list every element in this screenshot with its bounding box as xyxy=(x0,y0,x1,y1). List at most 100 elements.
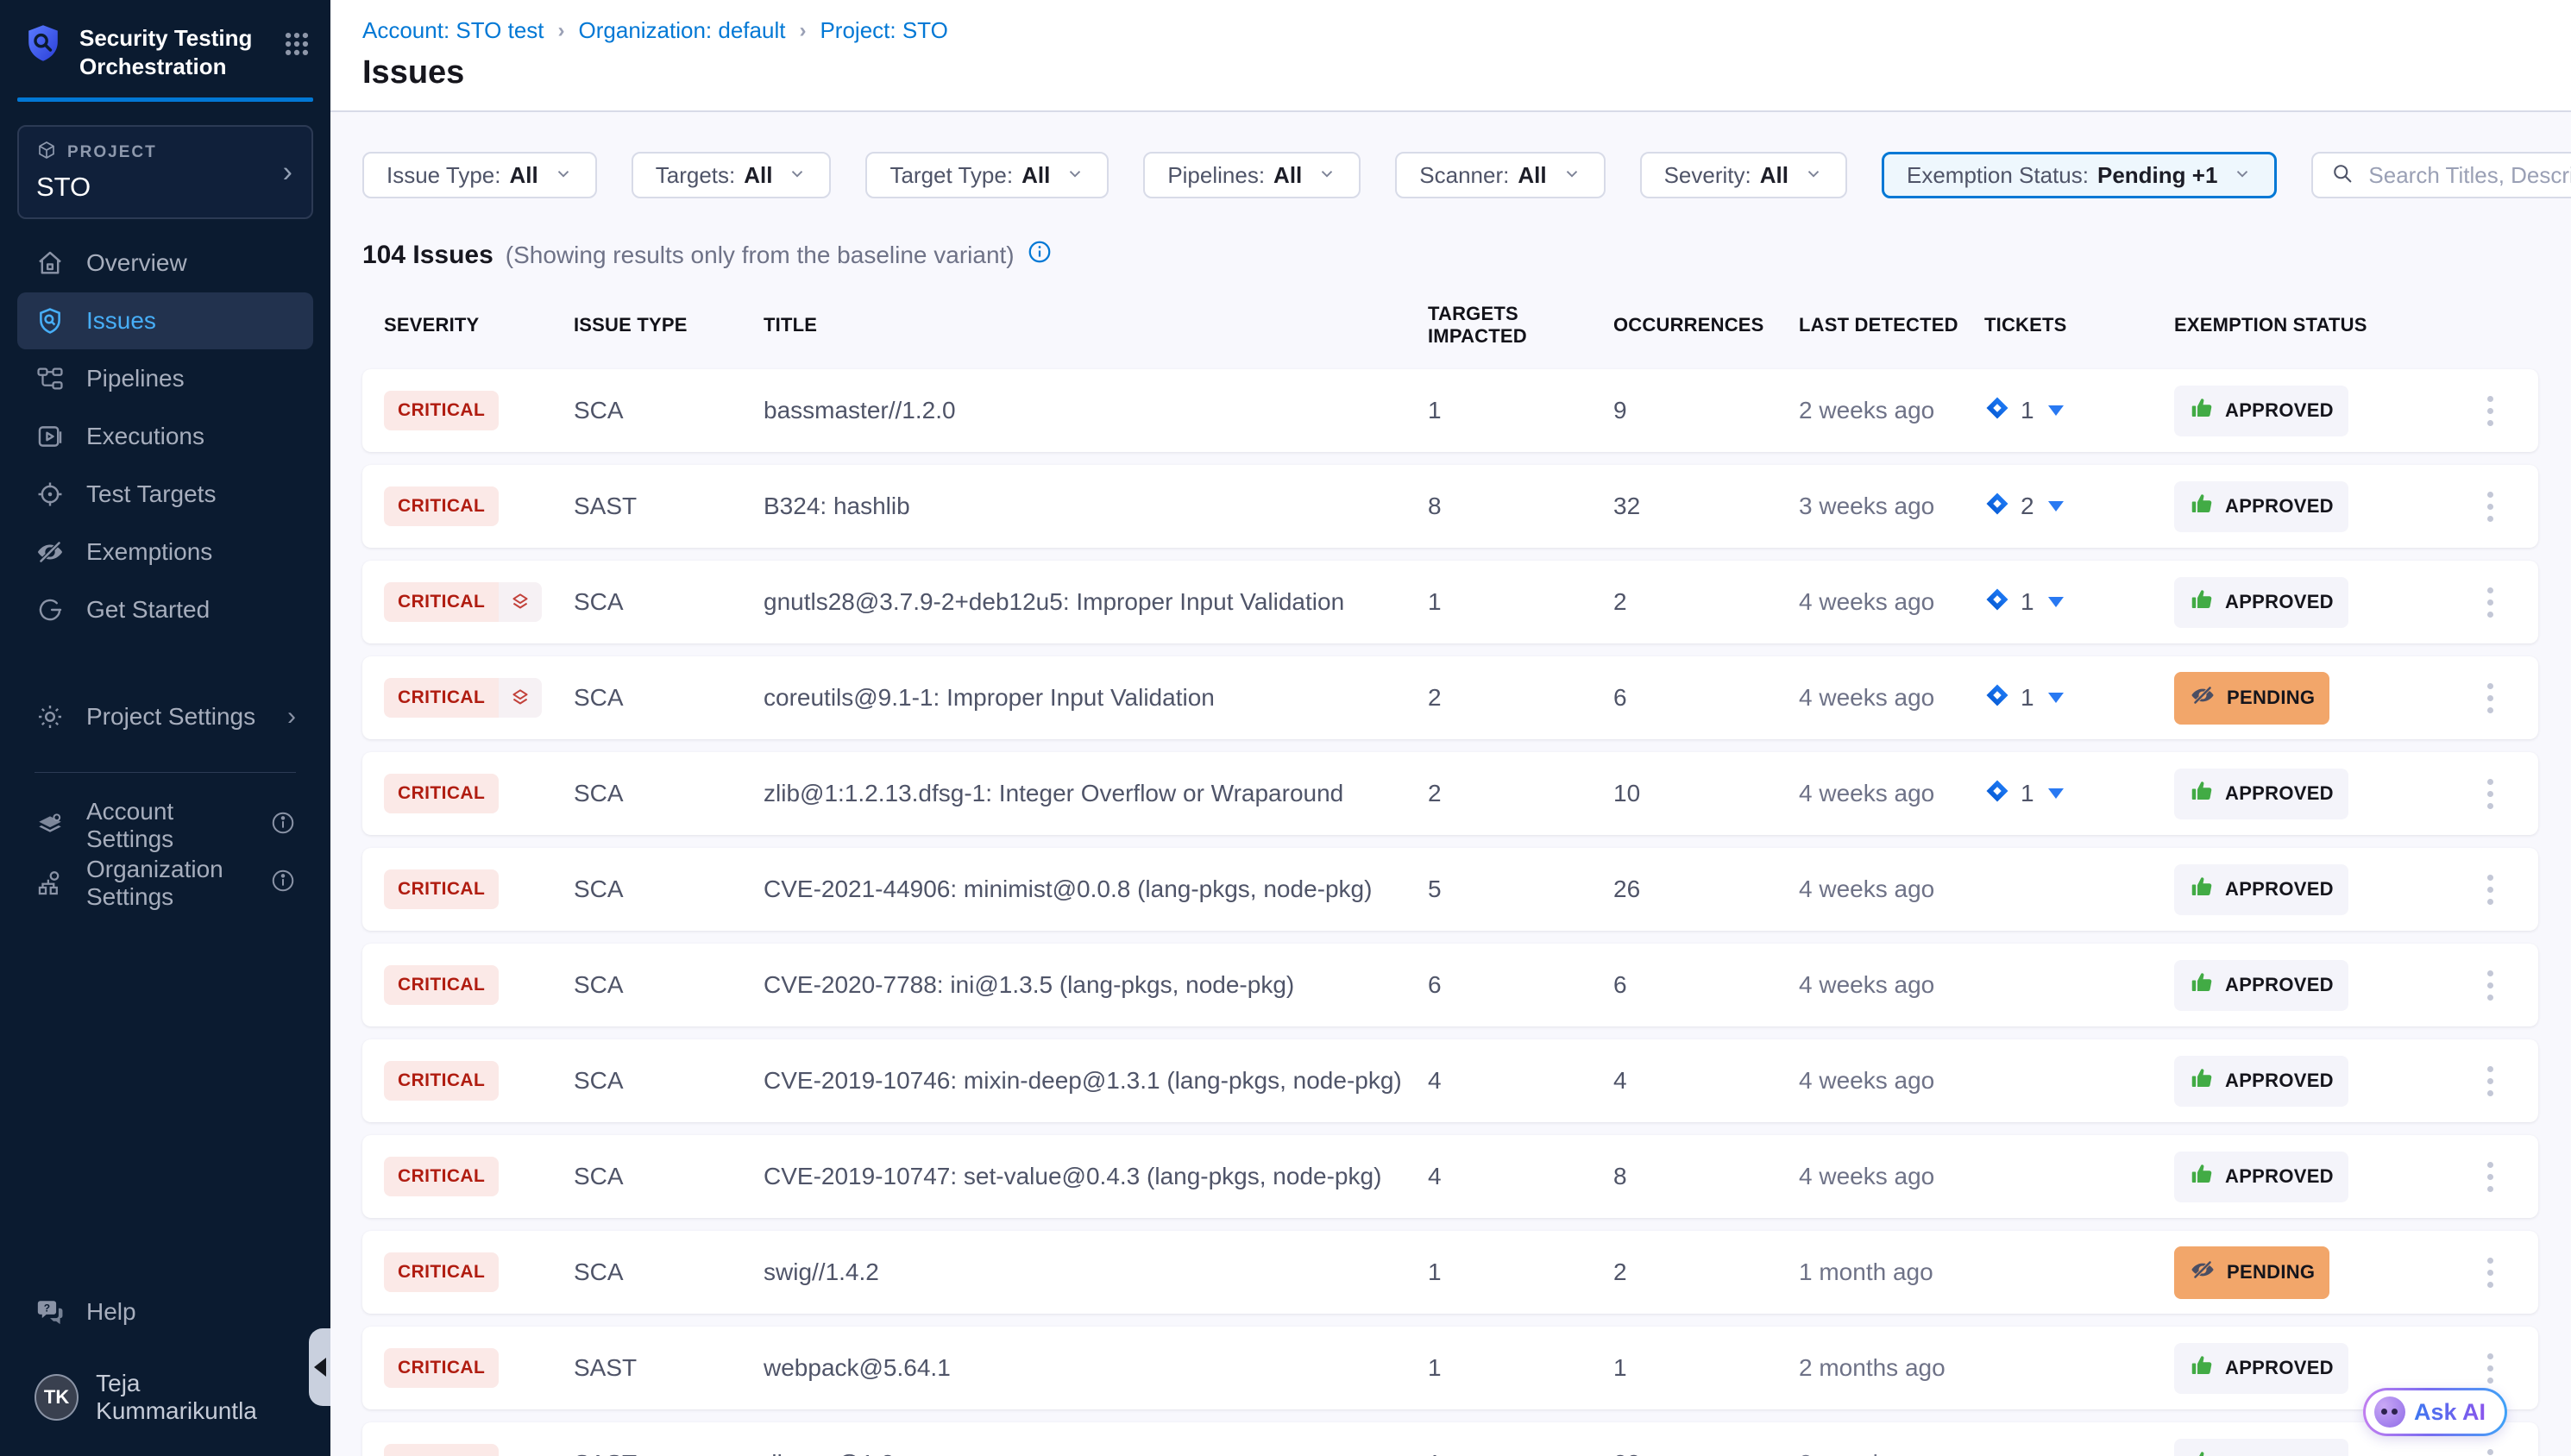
filter-issue-type[interactable]: Issue Type: All xyxy=(362,152,597,198)
sidebar-item-issues[interactable]: Issues xyxy=(17,292,313,349)
ticket-group[interactable]: 1 xyxy=(1984,682,2064,714)
title-cell: CVE-2020-7788: ini@1.3.5 (lang-pkgs, nod… xyxy=(764,971,1428,999)
table-row[interactable]: CRITICAL SAST django@1.2 1 22 2 months a… xyxy=(362,1422,2538,1456)
filter-scanner[interactable]: Scanner: All xyxy=(1395,152,1605,198)
sidebar-item-get-started[interactable]: Get Started xyxy=(17,581,313,638)
table-row[interactable]: CRITICAL SCA gnutls28@3.7.9-2+deb12u5: I… xyxy=(362,561,2538,643)
layers-gear-icon xyxy=(35,810,66,841)
cube-icon xyxy=(36,140,57,166)
row-menu-kebab-icon[interactable] xyxy=(2482,869,2499,910)
project-selector[interactable]: PROJECT STO › xyxy=(17,125,313,219)
targets-impacted-cell: 2 xyxy=(1428,780,1613,807)
table-row[interactable]: CRITICAL SCA CVE-2020-7788: ini@1.3.5 (l… xyxy=(362,944,2538,1026)
table-row[interactable]: CRITICAL SCA zlib@1:1.2.13.dfsg-1: Integ… xyxy=(362,752,2538,835)
sidebar-item-executions[interactable]: Executions xyxy=(17,408,313,465)
sidebar-item-project-settings[interactable]: Project Settings › xyxy=(17,688,313,745)
table-row[interactable]: CRITICAL SAST webpack@5.64.1 1 1 2 month… xyxy=(362,1327,2538,1409)
table-row[interactable]: CRITICAL SCA CVE-2019-10746: mixin-deep@… xyxy=(362,1039,2538,1122)
breadcrumb-organization-link[interactable]: Organization: default xyxy=(579,17,786,44)
occurrences-cell: 6 xyxy=(1613,971,1799,999)
row-menu-kebab-icon[interactable] xyxy=(2482,1348,2499,1389)
filter-label: Pipelines: xyxy=(1167,162,1265,189)
table-row[interactable]: CRITICAL SCA CVE-2019-10747: set-value@0… xyxy=(362,1135,2538,1218)
sidebar: Security Testing Orchestration PROJECT xyxy=(0,0,330,1456)
row-menu-kebab-icon[interactable] xyxy=(2482,1061,2499,1101)
occurrences-cell: 9 xyxy=(1613,397,1799,424)
row-menu-kebab-icon[interactable] xyxy=(2482,965,2499,1006)
chevron-right-icon: › xyxy=(287,702,296,731)
row-menu-kebab-icon[interactable] xyxy=(2482,1252,2499,1293)
sidebar-item-label: Issues xyxy=(86,307,156,335)
filter-severity[interactable]: Severity: All xyxy=(1640,152,1847,198)
sidebar-collapse-handle[interactable] xyxy=(309,1328,330,1406)
filter-pipelines[interactable]: Pipelines: All xyxy=(1143,152,1361,198)
severity-badge: CRITICAL xyxy=(384,774,499,813)
info-icon[interactable] xyxy=(270,868,296,900)
jira-icon xyxy=(1984,395,2010,427)
ticket-group[interactable]: 2 xyxy=(1984,491,2064,523)
thumbs-up-icon xyxy=(2189,1352,2215,1384)
caret-down-icon xyxy=(2048,405,2064,416)
breadcrumb-account-link[interactable]: Account: STO test xyxy=(362,17,544,44)
sidebar-item-overview[interactable]: Overview xyxy=(17,235,313,292)
sidebar-item-exemptions[interactable]: Exemptions xyxy=(17,524,313,581)
user-name: Teja Kummarikuntla xyxy=(96,1370,296,1425)
row-menu-kebab-icon[interactable] xyxy=(2482,1444,2499,1456)
issue-type-cell: SAST xyxy=(574,1354,764,1382)
content-area: Issue Type: All Targets: All Target Type… xyxy=(330,112,2571,1456)
row-menu-kebab-icon[interactable] xyxy=(2482,678,2499,719)
severity-label: CRITICAL xyxy=(384,965,499,1005)
breadcrumb-project-link[interactable]: Project: STO xyxy=(820,17,947,44)
sidebar-settings-nav: Account Settings Organization Settings xyxy=(0,797,330,913)
filter-target-type[interactable]: Target Type: All xyxy=(865,152,1109,198)
info-icon[interactable] xyxy=(270,810,296,842)
severity-label: CRITICAL xyxy=(384,1348,499,1388)
status-badge: APPROVED xyxy=(2174,386,2348,436)
app-grid-icon[interactable] xyxy=(282,29,311,63)
search-input[interactable] xyxy=(2368,162,2571,189)
app-window: Security Testing Orchestration PROJECT xyxy=(0,0,2571,1456)
severity-badge: CRITICAL xyxy=(384,486,499,526)
info-icon[interactable] xyxy=(1027,239,1053,271)
row-menu-kebab-icon[interactable] xyxy=(2482,391,2499,431)
sidebar-item-account-settings[interactable]: Account Settings xyxy=(17,797,313,854)
filter-value: All xyxy=(1518,162,1546,189)
table-row[interactable]: CRITICAL SCA swig//1.4.2 1 2 1 month ago xyxy=(362,1231,2538,1314)
ask-ai-button[interactable]: Ask AI xyxy=(2363,1388,2507,1436)
table-row[interactable]: CRITICAL SCA bassmaster//1.2.0 1 9 2 wee… xyxy=(362,369,2538,452)
chevron-right-icon: › xyxy=(283,155,292,189)
filter-value: All xyxy=(510,162,538,189)
ticket-group[interactable]: 1 xyxy=(1984,587,2064,618)
last-detected-cell: 2 months ago xyxy=(1799,1354,1984,1382)
column-header: ISSUE TYPE xyxy=(574,314,764,336)
ticket-count: 1 xyxy=(2021,588,2034,616)
sidebar-item-organization-settings[interactable]: Organization Settings xyxy=(17,855,313,912)
sidebar-item-test-targets[interactable]: Test Targets xyxy=(17,466,313,523)
filter-value: All xyxy=(1021,162,1050,189)
row-menu-kebab-icon[interactable] xyxy=(2482,774,2499,814)
sidebar-item-help[interactable]: ? Help xyxy=(17,1283,313,1340)
table-row[interactable]: CRITICAL SCA coreutils@9.1-1: Improper I… xyxy=(362,656,2538,739)
module-accent-bar xyxy=(17,97,313,102)
eye-slash-icon xyxy=(2189,681,2216,715)
user-profile[interactable]: TK Teja Kummarikuntla xyxy=(17,1361,313,1434)
sidebar-item-pipelines[interactable]: Pipelines xyxy=(17,350,313,407)
filter-exemption-status[interactable]: Exemption Status: Pending +1 xyxy=(1882,152,2277,198)
table-row[interactable]: CRITICAL SCA CVE-2021-44906: minimist@0.… xyxy=(362,848,2538,931)
chevron-down-icon xyxy=(554,162,573,189)
table-row[interactable]: CRITICAL SAST B324: hashlib 8 32 3 weeks… xyxy=(362,465,2538,548)
status-badge: APPROVED xyxy=(2174,1343,2348,1394)
ticket-group[interactable]: 1 xyxy=(1984,395,2064,427)
row-menu-kebab-icon[interactable] xyxy=(2482,486,2499,527)
sidebar-item-label: Overview xyxy=(86,249,187,277)
sidebar-item-label: Help xyxy=(86,1298,136,1326)
thumbs-up-icon xyxy=(2189,491,2215,523)
filter-targets[interactable]: Targets: All xyxy=(632,152,832,198)
title-cell: CVE-2019-10746: mixin-deep@1.3.1 (lang-p… xyxy=(764,1067,1428,1095)
ticket-group[interactable]: 1 xyxy=(1984,778,2064,810)
thumbs-up-icon xyxy=(2189,970,2215,1001)
severity-label: CRITICAL xyxy=(384,1157,499,1196)
row-menu-kebab-icon[interactable] xyxy=(2482,582,2499,623)
row-menu-kebab-icon[interactable] xyxy=(2482,1157,2499,1197)
app-title: Security Testing Orchestration xyxy=(79,22,267,80)
